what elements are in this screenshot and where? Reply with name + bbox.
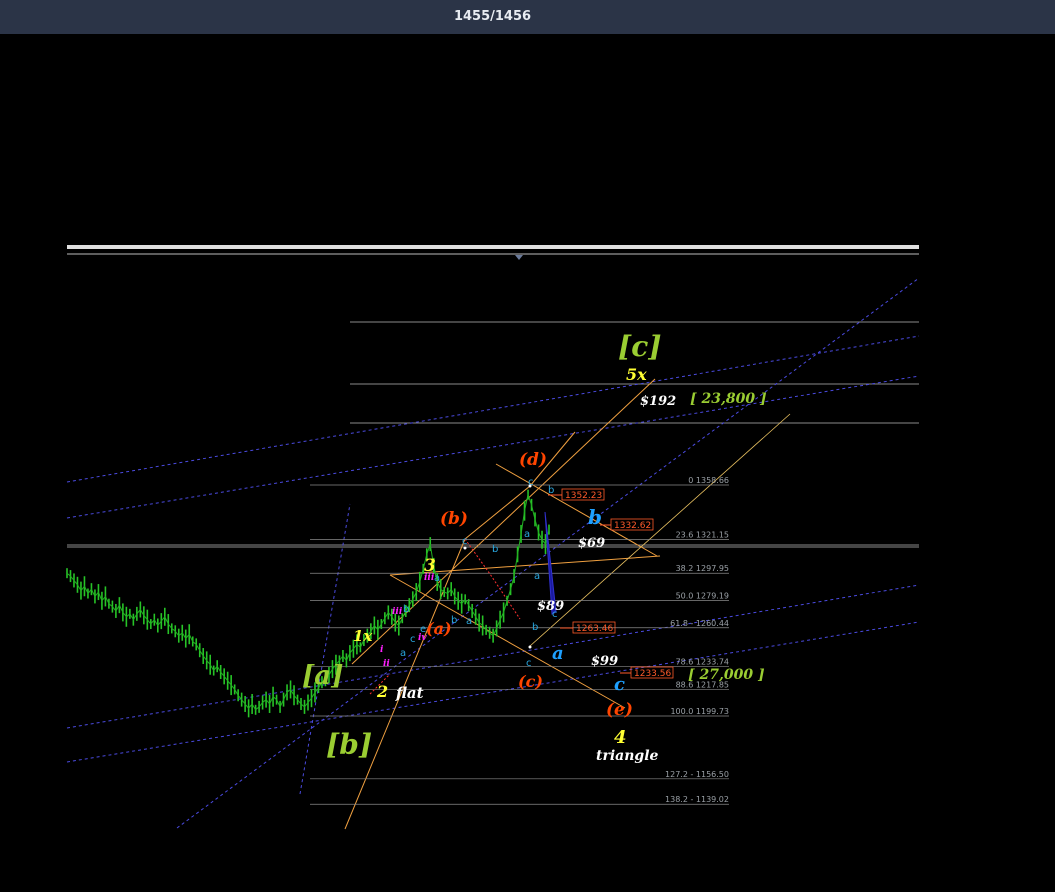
image-counter: 1455/1456 bbox=[453, 9, 532, 24]
fib-label-50.0: 50.0 1279.19 bbox=[676, 592, 729, 601]
svg-text:a: a bbox=[534, 571, 540, 582]
svg-text:a: a bbox=[524, 529, 530, 540]
svg-text:1352.23: 1352.23 bbox=[565, 491, 602, 501]
svg-text:b: b bbox=[548, 485, 554, 496]
wave-channel bbox=[529, 413, 791, 647]
pivot-markers bbox=[463, 484, 532, 649]
label-a-orange: (a) bbox=[426, 619, 452, 638]
svg-text:a: a bbox=[466, 616, 472, 627]
label-5x: 5x bbox=[626, 365, 647, 384]
label-b-green: [b] bbox=[326, 728, 372, 761]
label-b-orange: (b) bbox=[440, 509, 468, 529]
fib-label-138.2: 138.2 - 1139.02 bbox=[665, 795, 729, 804]
svg-text:b: b bbox=[403, 604, 409, 615]
svg-text:b: b bbox=[451, 615, 457, 626]
horizontal-levels bbox=[67, 321, 919, 548]
label-c-orange: (c) bbox=[518, 672, 543, 691]
target-27000: [ 27,000 ] bbox=[688, 667, 765, 683]
label-89: $89 bbox=[537, 599, 564, 614]
label-b-cyan: b bbox=[588, 505, 602, 529]
label-4: 4 bbox=[614, 727, 627, 748]
chart-frame bbox=[67, 245, 919, 260]
label-99: $99 bbox=[591, 654, 618, 669]
top-bar: 1455/1456 bbox=[0, 0, 1055, 34]
fib-label-100.0: 100.0 1199.73 bbox=[670, 707, 729, 716]
label-1x: 1x bbox=[353, 627, 373, 645]
fib-label-0: 0 1358.66 bbox=[688, 476, 729, 485]
label-2: 2 bbox=[376, 682, 388, 701]
label-3: 3 bbox=[424, 556, 436, 576]
price-box-1352: 1352.23 bbox=[548, 488, 605, 501]
price-boxes: 1352.23 1332.62 1263.46 1233.56 bbox=[548, 488, 674, 679]
price-box-1263: 1263.46 bbox=[560, 621, 616, 634]
svg-text:c: c bbox=[410, 634, 416, 645]
fib-label-127.2: 127.2 - 1156.50 bbox=[665, 770, 729, 779]
fib-label-23.6: 23.6 1321.15 bbox=[676, 531, 729, 540]
svg-text:ii: ii bbox=[383, 659, 390, 669]
target-23800: [ 23,800 ] bbox=[690, 391, 767, 407]
svg-text:a: a bbox=[400, 648, 406, 659]
price-box-1233: 1233.56 bbox=[620, 666, 674, 679]
fib-retracement-levels: 0 1358.66 23.6 1321.15 38.2 1297.95 50.0 12… bbox=[310, 476, 729, 805]
label-a-green: [a] bbox=[302, 661, 343, 691]
label-c-cyan: c bbox=[614, 674, 625, 695]
elliott-wave-chart: 0 1358.66 23.6 1321.15 38.2 1297.95 50.0 12… bbox=[66, 245, 920, 830]
svg-text:c: c bbox=[526, 658, 532, 669]
label-e-orange: (e) bbox=[606, 700, 633, 720]
svg-text:b: b bbox=[532, 622, 538, 633]
svg-text:1332.62: 1332.62 bbox=[614, 521, 651, 531]
fib-label-61.8: 61.8 - 1260.44 bbox=[670, 619, 729, 628]
svg-text:i: i bbox=[380, 645, 384, 655]
label-flat: flat bbox=[395, 684, 424, 702]
fib-label-38.2: 38.2 1297.95 bbox=[676, 564, 729, 573]
label-triangle: triangle bbox=[596, 748, 659, 764]
label-192: $192 bbox=[640, 394, 676, 409]
fib-label-78.6: 78.6 1233.74 bbox=[676, 658, 729, 667]
label-d: (d) bbox=[519, 450, 547, 470]
price-box-1332: 1332.62 bbox=[600, 518, 654, 531]
svg-text:iii: iii bbox=[392, 607, 403, 617]
label-69: $69 bbox=[578, 536, 605, 551]
svg-text:c: c bbox=[462, 536, 468, 547]
svg-text:1263.46: 1263.46 bbox=[576, 624, 613, 634]
svg-text:1233.56: 1233.56 bbox=[634, 669, 671, 679]
label-c-green: [c] bbox=[618, 330, 662, 363]
svg-text:b: b bbox=[492, 544, 498, 555]
label-a-cyan: a bbox=[552, 643, 564, 664]
